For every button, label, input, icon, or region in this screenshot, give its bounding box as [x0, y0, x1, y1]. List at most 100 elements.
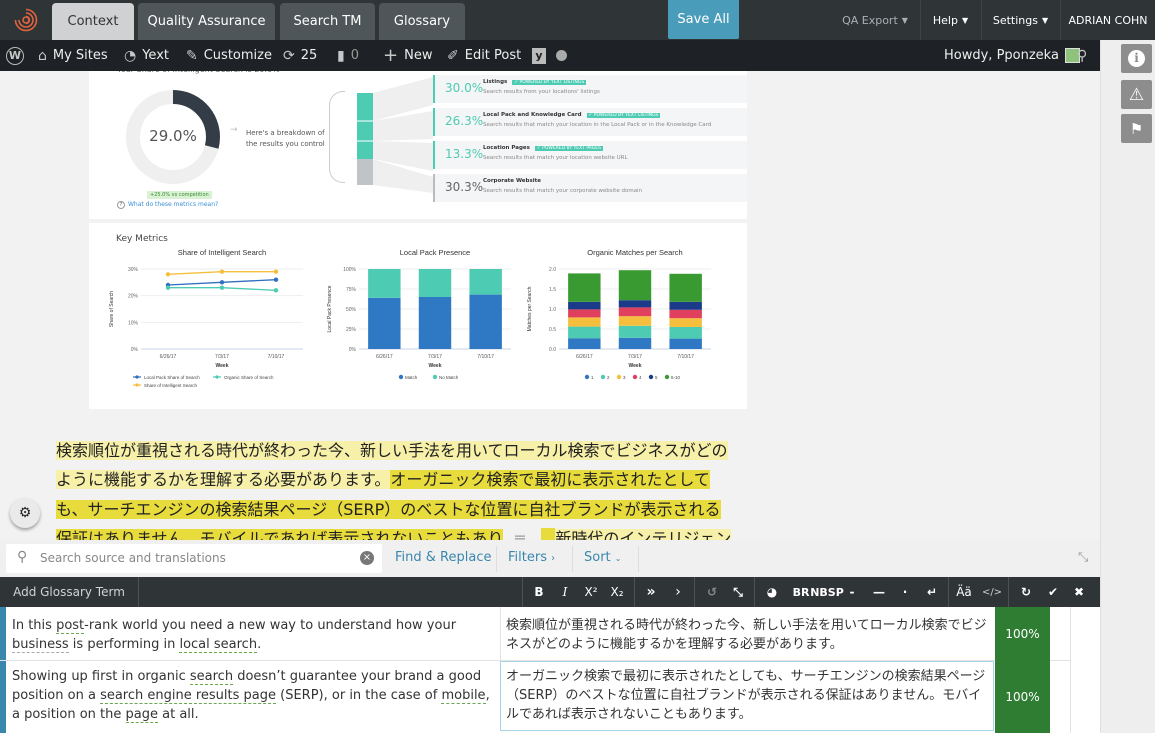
updates-link[interactable]: ⟳ 25: [283, 40, 317, 71]
legend-marker: [135, 375, 139, 379]
insert-br-button[interactable]: BR: [790, 577, 812, 607]
clear-search-icon[interactable]: ×: [360, 551, 374, 565]
glossary-term[interactable]: local search: [179, 637, 258, 653]
collapse-editor-icon[interactable]: ⤡: [1078, 550, 1088, 565]
insert-middot-button[interactable]: ·: [899, 577, 911, 607]
user-menu[interactable]: ADRIAN COHN: [1060, 0, 1155, 40]
revert-button[interactable]: ↻: [1016, 577, 1036, 607]
breakdown-item: 26.3% Local Pack and Knowledge Card ✓ POWE…: [433, 108, 747, 136]
bold-button[interactable]: B: [530, 577, 548, 607]
preview-segment-2[interactable]: 保証はありません。モバイルであれば表示されないこともあり: [56, 529, 504, 540]
search-input[interactable]: ⚲ Search source and translations ×: [6, 544, 382, 573]
breakdown-description: Search results that match your corporate…: [483, 188, 643, 194]
superscript-button[interactable]: X²: [580, 577, 602, 607]
bar-segment: [669, 338, 702, 349]
y-tick-label: 20%: [128, 294, 139, 300]
preview-segment-2[interactable]: も、サーチエンジンの検索結果ページ（SERP）のベストな位置に自社ブランドが表示…: [56, 500, 721, 519]
y-tick-label: 0.0: [549, 347, 556, 353]
preview-settings-button[interactable]: ⚙: [10, 498, 40, 528]
glossary-term[interactable]: search: [189, 669, 234, 685]
breakdown-text: Here's a breakdown of the results you co…: [246, 129, 325, 148]
help-menu[interactable]: Help ▼: [920, 0, 980, 40]
tab-context[interactable]: Context: [52, 3, 134, 40]
y-tick-label: 30%: [128, 267, 139, 273]
breakdown-description: Search results that match your location …: [483, 155, 628, 161]
wp-search-button[interactable]: ⚲: [1077, 40, 1087, 71]
insert-em-dash-button[interactable]: —: [869, 577, 889, 607]
bar-segment: [669, 273, 702, 302]
customize-label: Customize: [203, 48, 272, 63]
glossary-term[interactable]: post: [56, 618, 85, 634]
my-sites-link[interactable]: ⌂ My Sites: [38, 40, 108, 71]
comments-link[interactable]: ▮ 0: [337, 40, 359, 71]
glossary-term[interactable]: business: [12, 637, 69, 653]
breakdown-title: Local Pack and Knowledge Card ✓ POWERED B…: [483, 112, 661, 118]
glossary-term[interactable]: page: [125, 707, 158, 723]
qa-export-menu[interactable]: QA Export ▼: [832, 0, 918, 40]
breakdown-percent: 30.0%: [445, 81, 484, 95]
insert-nbsp-button[interactable]: NBSP: [810, 577, 844, 607]
yoast-link[interactable]: y: [532, 40, 567, 71]
plus-icon: +: [383, 45, 399, 66]
site-link[interactable]: ◔ Yext: [124, 40, 169, 71]
flag-button[interactable]: ⚑: [1121, 114, 1152, 143]
customize-link[interactable]: ✎ Customize: [186, 40, 272, 71]
breakdown-title: Location Pages ✓ POWERED BY YEXT PAGES: [483, 145, 603, 151]
tab-quality-assurance[interactable]: Quality Assurance: [138, 3, 275, 40]
segment-row[interactable]: In this post-rank world you need a new w…: [0, 607, 1070, 661]
add-glossary-term-button[interactable]: Add Glossary Term: [0, 577, 138, 607]
view-source-button[interactable]: </>: [982, 577, 1002, 607]
warning-button[interactable]: ⚠: [1121, 80, 1152, 109]
change-case-button[interactable]: Ää: [954, 577, 974, 607]
subscript-button[interactable]: X₂: [606, 577, 628, 607]
target-text[interactable]: 検索順位が重視される時代が終わった今、新しい手法を用いてローカル検索でビジネスが…: [506, 616, 992, 654]
special-chars-button[interactable]: ◕: [762, 577, 782, 607]
tab-search-tm[interactable]: Search TM: [280, 3, 375, 40]
y-axis-label: Matches per Search: [527, 286, 533, 331]
preview-segment-3[interactable]: 新時代のインテリジェン: [555, 529, 732, 540]
new-link[interactable]: + New: [383, 40, 432, 71]
next-tag-button[interactable]: »: [642, 577, 660, 607]
legend-marker: [632, 374, 638, 380]
undo-button[interactable]: ↺: [702, 577, 722, 607]
drag-handle[interactable]: ≡: [503, 528, 541, 540]
side-panel: i ⚠ ⚑: [1100, 40, 1155, 733]
legend-label: Match: [405, 375, 418, 380]
bar-segment: [418, 297, 452, 349]
save-all-button[interactable]: Save All: [668, 0, 739, 39]
info-button[interactable]: i: [1121, 44, 1152, 73]
tab-glossary[interactable]: Glossary: [379, 3, 465, 40]
data-point: [273, 269, 279, 274]
italic-button[interactable]: I: [556, 577, 574, 607]
compress-button[interactable]: ⤡: [728, 577, 748, 607]
metrics-help-link[interactable]: ? What do these metrics mean?: [117, 201, 218, 209]
filters-button[interactable]: Filters ›: [508, 550, 555, 565]
howdy-label: Howdy, Pponzeka: [944, 48, 1059, 63]
howdy-user[interactable]: Howdy, Pponzeka: [944, 40, 1080, 71]
wordpress-logo[interactable]: W: [6, 40, 24, 71]
legend-label: 4: [639, 375, 642, 380]
insert-tag-button[interactable]: ›: [669, 577, 687, 607]
organic-matches-chart: Organic Matches per Search 0.0 0.5 1.0 1.5 2.…: [527, 248, 711, 380]
settings-menu[interactable]: Settings ▼: [981, 0, 1059, 40]
target-text[interactable]: オーガニック検索で最初に表示されたとしても、サーチエンジンの検索結果ページ（SE…: [506, 667, 992, 724]
preview-segment-1[interactable]: ように機能するかを理解する必要があります。: [56, 470, 391, 489]
insert-newline-button[interactable]: ↵: [922, 577, 942, 607]
change-case-icon: Ää: [956, 585, 972, 599]
x-tick-label: 6/26/17: [160, 354, 177, 360]
confirm-button[interactable]: ✔: [1043, 577, 1063, 607]
sort-button[interactable]: Sort ⌄: [584, 550, 622, 565]
find-replace-link[interactable]: Find & Replace: [395, 550, 491, 565]
preview-segment-1[interactable]: 検索順位が重視される時代が終わった今、新しい手法を用いてローカル検索でビジネスが…: [56, 441, 728, 460]
y-tick-label: 2.0: [549, 267, 556, 273]
legend-label: 6-10: [671, 375, 681, 380]
bar-segment: [469, 294, 502, 349]
glossary-term[interactable]: mobile: [441, 688, 486, 704]
preview-segment-2[interactable]: オーガニック検索で最初に表示されたとして: [390, 470, 710, 489]
edit-post-link[interactable]: ✐ Edit Post: [447, 40, 521, 71]
insert-hyphen-button[interactable]: -: [845, 577, 859, 607]
cancel-button[interactable]: ✖: [1069, 577, 1089, 607]
segment-row[interactable]: Showing up first in organic search doesn…: [0, 661, 1070, 733]
help-circle-icon: ?: [117, 201, 125, 209]
glossary-term[interactable]: search engine results page: [100, 688, 277, 704]
